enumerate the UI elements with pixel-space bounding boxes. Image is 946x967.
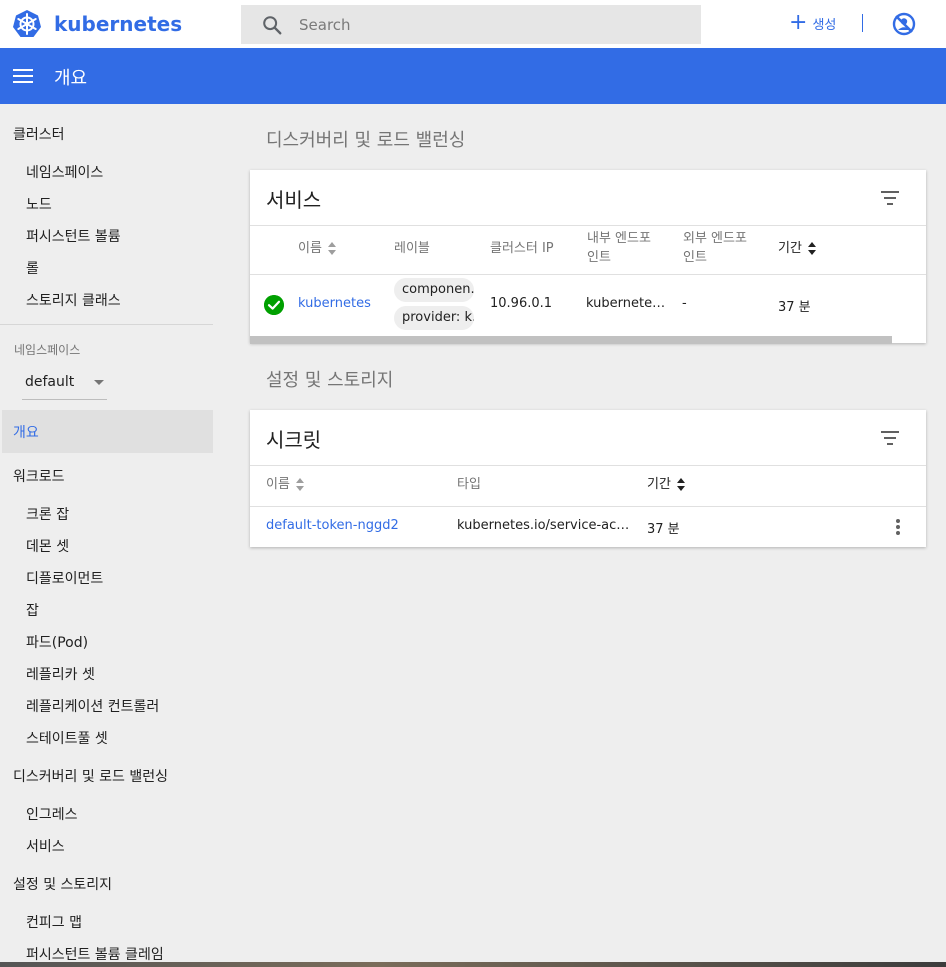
kubernetes-logo-icon[interactable] bbox=[12, 9, 42, 39]
sidebar-item-config-maps[interactable]: 컨피그 맵 bbox=[26, 912, 82, 932]
horizontal-scrollbar[interactable] bbox=[250, 336, 892, 344]
column-header-name[interactable]: 이름 bbox=[266, 475, 304, 494]
divider bbox=[250, 274, 926, 275]
search-icon bbox=[263, 16, 282, 35]
chevron-down-icon bbox=[94, 380, 104, 385]
column-header-type: 타입 bbox=[457, 477, 481, 492]
divider bbox=[250, 506, 926, 507]
sidebar-item-namespaces[interactable]: 네임스페이스 bbox=[26, 162, 103, 182]
sidebar-item-ingresses[interactable]: 인그레스 bbox=[26, 804, 78, 824]
more-vert-icon[interactable] bbox=[896, 519, 900, 535]
check-circle-icon bbox=[264, 295, 284, 315]
plus-icon: + bbox=[789, 10, 808, 35]
column-header-external-endpoints: 외부 엔드포 인트 bbox=[683, 231, 747, 265]
create-button[interactable]: + 생성 bbox=[789, 10, 836, 36]
secret-name-link[interactable]: default-token-nggd2 bbox=[266, 518, 399, 533]
column-header-cluster-ip: 클러스터 IP bbox=[490, 241, 554, 256]
column-header-internal-endpoints: 내부 엔드포 인트 bbox=[587, 231, 651, 265]
namespace-caption: 네임스페이스 bbox=[14, 343, 81, 357]
external-endpoints: - bbox=[682, 296, 687, 311]
sidebar-item-roles[interactable]: 롤 bbox=[26, 258, 39, 278]
top-bar: kubernetes + 생성 bbox=[0, 0, 946, 48]
secret-type: kubernetes.io/service-acc... bbox=[457, 518, 633, 533]
search-box[interactable] bbox=[241, 5, 701, 44]
title-bar: 개요 bbox=[0, 48, 946, 104]
sidebar-divider bbox=[0, 324, 213, 325]
menu-icon[interactable] bbox=[13, 69, 33, 83]
column-header-age[interactable]: 기간 bbox=[778, 239, 816, 258]
namespace-select[interactable]: default bbox=[22, 368, 107, 400]
cluster-ip: 10.96.0.1 bbox=[490, 296, 553, 311]
user-account-icon[interactable] bbox=[892, 12, 916, 36]
sort-icon bbox=[327, 241, 336, 256]
taskbar-edge bbox=[0, 962, 946, 967]
sidebar-item-label: 개요 bbox=[13, 425, 39, 441]
sort-icon bbox=[676, 477, 685, 492]
section-title-discovery: 디스커버리 및 로드 밸런싱 bbox=[266, 130, 466, 151]
search-input[interactable] bbox=[299, 5, 689, 44]
sidebar-group-config[interactable]: 설정 및 스토리지 bbox=[13, 874, 112, 894]
sidebar-item-cron-jobs[interactable]: 크론 잡 bbox=[26, 504, 69, 524]
sidebar-item-daemon-sets[interactable]: 데몬 셋 bbox=[26, 536, 69, 556]
sidebar-item-replica-sets[interactable]: 레플리카 셋 bbox=[26, 664, 95, 684]
sidebar-item-jobs[interactable]: 잡 bbox=[26, 600, 39, 620]
sidebar-item-persistent-volume-claims[interactable]: 퍼시스턴트 볼륨 클레임 bbox=[26, 944, 164, 964]
services-card: 서비스 이름 레이블 클러스터 IP 내부 엔드포 인트 외부 엔드포 인트 기간 … bbox=[250, 170, 926, 344]
sort-icon bbox=[807, 241, 816, 256]
brand-name[interactable]: kubernetes bbox=[54, 12, 182, 36]
sidebar-item-services[interactable]: 서비스 bbox=[26, 836, 65, 856]
sidebar-group-discovery[interactable]: 디스커버리 및 로드 밸런싱 bbox=[13, 766, 168, 786]
filter-icon[interactable] bbox=[880, 191, 900, 205]
sidebar-item-replication-controllers[interactable]: 레플리케이션 컨트롤러 bbox=[26, 696, 159, 716]
sidebar-item-storage-classes[interactable]: 스토리지 클래스 bbox=[26, 290, 121, 310]
service-age: 37 분 bbox=[778, 300, 811, 315]
create-label: 생성 bbox=[812, 17, 837, 33]
sidebar-item-persistent-volumes[interactable]: 퍼시스턴트 볼륨 bbox=[26, 226, 121, 246]
sidebar-item-deployments[interactable]: 디플로이먼트 bbox=[26, 568, 103, 588]
column-header-name[interactable]: 이름 bbox=[298, 239, 336, 258]
sidebar: 클러스터 네임스페이스 노드 퍼시스턴트 볼륨 롤 스토리지 클래스 네임스페이… bbox=[0, 104, 213, 967]
column-header-labels: 레이블 bbox=[394, 241, 430, 256]
sidebar-item-overview[interactable]: 개요 bbox=[2, 410, 213, 453]
namespace-value: default bbox=[25, 374, 75, 390]
sidebar-group-cluster[interactable]: 클러스터 bbox=[13, 124, 65, 144]
sort-icon bbox=[295, 477, 304, 492]
divider bbox=[250, 465, 926, 466]
label-chip[interactable]: componen... bbox=[394, 278, 474, 302]
secret-age: 37 분 bbox=[647, 522, 680, 537]
card-title: 시크릿 bbox=[266, 428, 322, 452]
card-title: 서비스 bbox=[266, 188, 322, 212]
service-name-link[interactable]: kubernetes bbox=[298, 296, 371, 311]
page-title: 개요 bbox=[54, 68, 88, 89]
label-chip[interactable]: provider: k... bbox=[394, 306, 474, 330]
divider bbox=[250, 225, 926, 226]
sidebar-item-pods[interactable]: 파드(Pod) bbox=[26, 632, 88, 652]
column-header-age[interactable]: 기간 bbox=[647, 475, 685, 494]
internal-endpoints: kubernetes... bbox=[586, 296, 670, 311]
sidebar-group-workloads[interactable]: 워크로드 bbox=[13, 466, 65, 486]
section-title-config: 설정 및 스토리지 bbox=[266, 370, 394, 391]
toolbar-divider bbox=[862, 14, 863, 32]
secrets-card: 시크릿 이름 타입 기간 default-token-nggd2 kuberne… bbox=[250, 410, 926, 547]
sidebar-item-nodes[interactable]: 노드 bbox=[26, 194, 52, 214]
sidebar-item-stateful-sets[interactable]: 스테이트풀 셋 bbox=[26, 728, 108, 748]
filter-icon[interactable] bbox=[880, 431, 900, 445]
